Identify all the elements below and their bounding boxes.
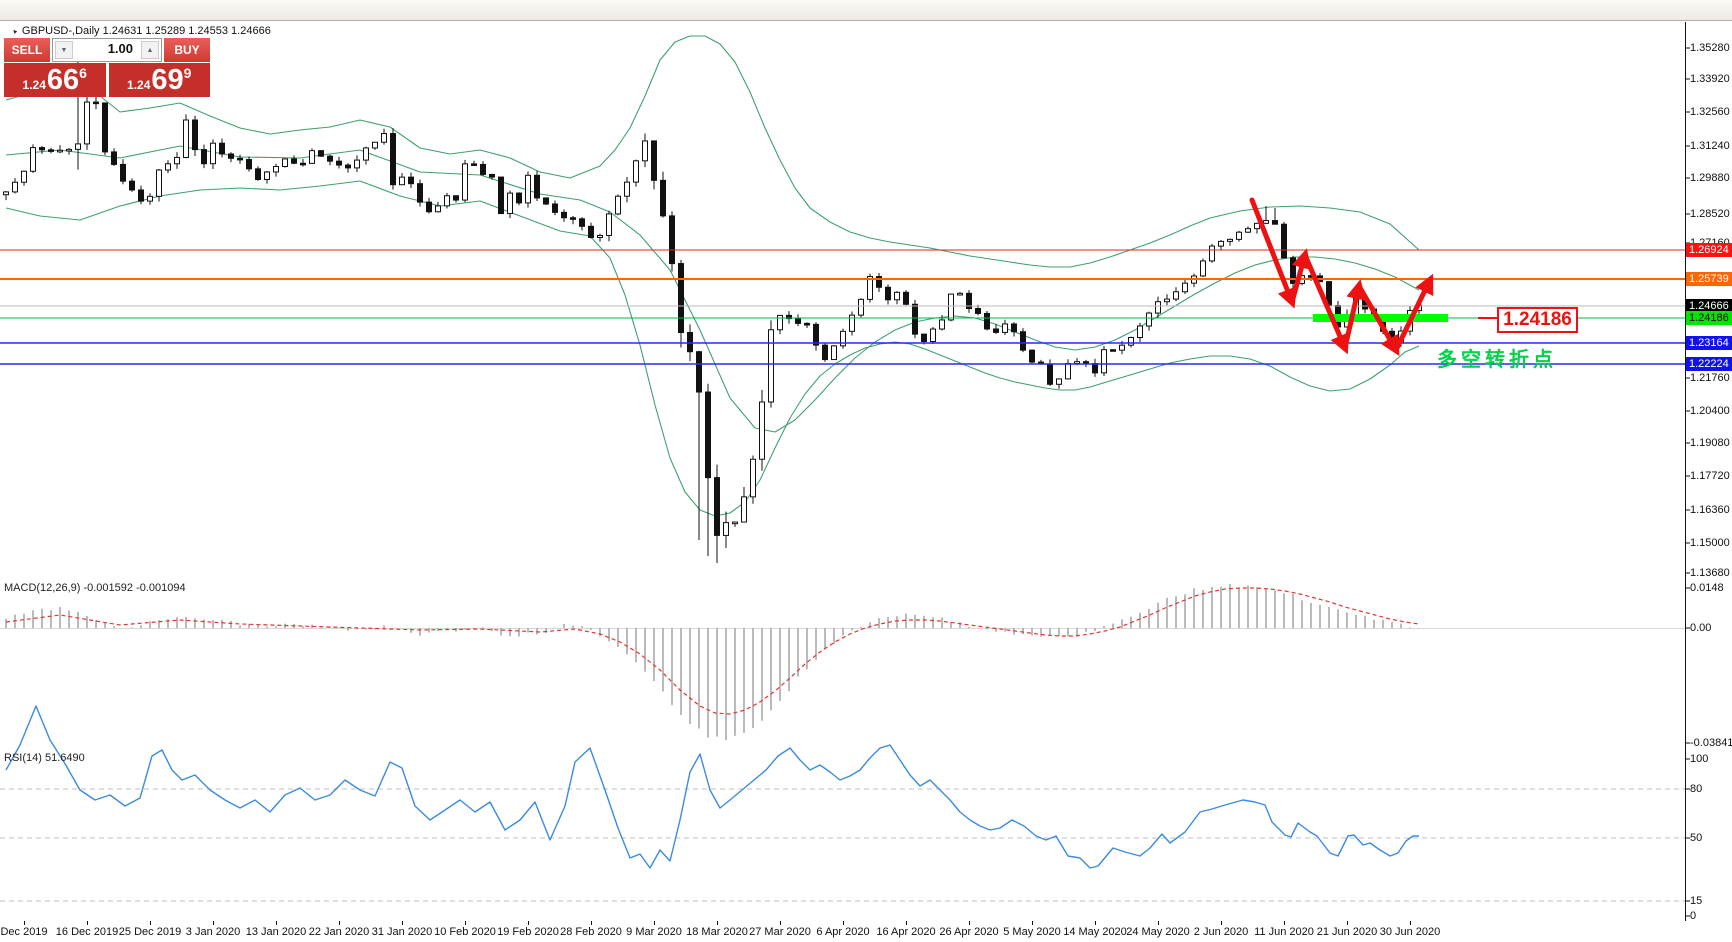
- date-axis-label: 10 Feb 2020: [434, 926, 496, 938]
- date-axis-label: 9 Mar 2020: [626, 926, 682, 938]
- price-axis-label: 1.21760: [1690, 372, 1730, 384]
- date-axis-label: 11 Jun 2020: [1254, 926, 1314, 938]
- rsi-panel: [0, 705, 1685, 902]
- price-axis-badge: 1.25739: [1686, 272, 1732, 286]
- chart-area[interactable]: ▲ GBPUSD-,Daily 1.24631 1.25289 1.24553 1…: [0, 21, 1732, 942]
- date-axis-label: 14 May 2020: [1063, 926, 1127, 938]
- buy-button[interactable]: BUY: [164, 38, 210, 62]
- price-axis-label: 1.19080: [1690, 437, 1730, 449]
- candles: [3, 58, 1422, 563]
- price-axis-label: 1.20400: [1690, 405, 1730, 417]
- rsi-axis-label: 50: [1690, 832, 1703, 844]
- toolbar: [0, 0, 1732, 21]
- sell-price-prefix: 1.24: [22, 78, 46, 92]
- sell-price-sup: 6: [79, 65, 87, 81]
- date-axis-label: 6 Apr 2020: [816, 926, 870, 938]
- rsi-line: [5, 705, 1419, 869]
- date-axis-label: 18 Mar 2020: [686, 926, 748, 938]
- price-axis-label: 1.16360: [1690, 504, 1730, 516]
- sell-price[interactable]: 1.24 66 6: [4, 63, 106, 97]
- date-axis-label: 16 Dec 2019: [55, 926, 119, 938]
- rsi-axis-label: 80: [1690, 783, 1703, 795]
- date-axis-label: 26 Apr 2020: [939, 926, 999, 938]
- chart-marker-icon: ▲: [9, 26, 20, 36]
- annotations: [1249, 197, 1497, 357]
- price-level-label: 1.24186: [1497, 307, 1578, 333]
- bollinger-bands: [5, 35, 1420, 517]
- macd-panel: [0, 584, 1685, 740]
- trend-arrow: [1302, 252, 1350, 355]
- price-axis-label: 1.17720: [1690, 470, 1730, 482]
- volume-up-button[interactable]: ▲: [141, 41, 159, 59]
- date-axis-label: 25 Dec 2019: [118, 926, 182, 938]
- price-axis-badge: 1.22224: [1686, 357, 1732, 371]
- date-axis-label: 3 Jan 2020: [185, 926, 241, 938]
- price-axis-label: 1.15000: [1690, 537, 1730, 549]
- date-axis-label: 22 Jan 2020: [308, 926, 370, 938]
- buy-price-prefix: 1.24: [127, 78, 151, 92]
- annotation-text: 多空转折点: [1437, 349, 1557, 371]
- one-click-trade-panel: SELL ▼ 1.00 ▲ BUY 1.24 66 6 1.24 69 9: [4, 38, 210, 97]
- price-chart-canvas: [0, 22, 1690, 925]
- volume-value[interactable]: 1.00: [75, 39, 139, 61]
- buy-price-big: 69: [151, 64, 184, 96]
- buy-price[interactable]: 1.24 69 9: [108, 63, 210, 97]
- sell-button[interactable]: SELL: [4, 38, 50, 62]
- macd-axis-label: 0.00: [1690, 622, 1712, 634]
- date-axis-label: 31 Jan 2020: [371, 926, 433, 938]
- date-axis-label: 5 May 2020: [1003, 926, 1061, 938]
- price-axis-label: 1.29880: [1690, 172, 1730, 184]
- date-axis-label: 21 Jun 2020: [1316, 926, 1378, 938]
- date-axis-label: 19 Feb 2020: [497, 926, 559, 938]
- date-axis-label: 16 Apr 2020: [876, 926, 936, 938]
- price-axis-label: 1.28520: [1690, 208, 1730, 220]
- date-axis-label: 2 Jun 2020: [1193, 926, 1249, 938]
- macd-indicator-label: MACD(12,26,9) -0.001592 -0.001094: [4, 582, 186, 594]
- macd-signal-line: [5, 587, 1420, 715]
- chart-symbol-title: ▲ GBPUSD-,Daily 1.24631 1.25289 1.24553 1…: [9, 25, 271, 37]
- date-axis-label: 28 Feb 2020: [560, 926, 622, 938]
- price-axis-label: 1.35280: [1690, 42, 1730, 54]
- price-axis-label: 1.31240: [1690, 140, 1730, 152]
- date-axis-label: Dec 2019: [0, 926, 48, 938]
- bollinger-upper: [5, 35, 1420, 268]
- rsi-axis-label: 15: [1690, 895, 1703, 907]
- price-axis-badge: 1.23164: [1686, 336, 1732, 350]
- price-axis-label: 1.33920: [1690, 73, 1730, 85]
- mt4-window: ▲ GBPUSD-,Daily 1.24631 1.25289 1.24553 1…: [0, 0, 1732, 942]
- date-axis-label: 13 Jan 2020: [245, 926, 307, 938]
- rsi-indicator-label: RSI(14) 51.6490: [4, 752, 85, 764]
- volume-field[interactable]: ▼ 1.00 ▲: [52, 38, 162, 62]
- price-axis-badge: 1.24186: [1686, 311, 1732, 325]
- price-axis-label: 1.32560: [1690, 106, 1730, 118]
- macd-axis-label: -0.038415: [1690, 737, 1732, 749]
- sell-price-big: 66: [46, 64, 80, 96]
- bollinger-lower: [5, 180, 1420, 517]
- date-axis-label: 24 May 2020: [1126, 926, 1190, 938]
- volume-down-button[interactable]: ▼: [55, 41, 73, 59]
- rsi-axis-label: 100: [1690, 753, 1709, 765]
- price-axis-badge: 1.26924: [1686, 243, 1732, 257]
- buy-price-sup: 9: [183, 65, 192, 81]
- rsi-axis-label: 0: [1690, 910, 1697, 922]
- macd-axis-label: 0.0148: [1690, 582, 1724, 594]
- date-axis-label: 27 Mar 2020: [749, 926, 811, 938]
- price-axis-label: 1.13680: [1690, 567, 1730, 579]
- date-axis-label: 30 Jun 2020: [1379, 926, 1441, 938]
